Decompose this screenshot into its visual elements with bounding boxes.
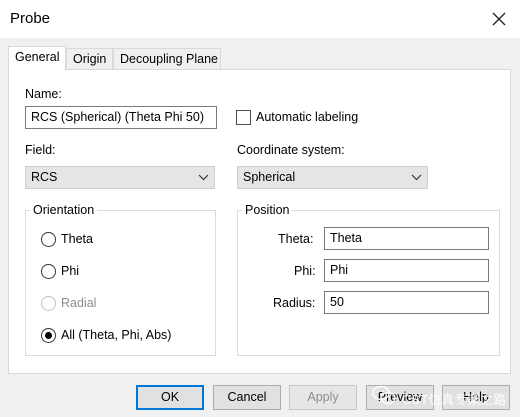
radio-phi-label: Phi [61, 264, 80, 278]
theta-field[interactable]: Theta [324, 227, 489, 250]
field-select[interactable]: RCS [25, 166, 215, 189]
radius-field[interactable]: 50 [324, 291, 489, 314]
radio-all[interactable] [41, 328, 56, 343]
automatic-labeling-label: Automatic labeling [256, 110, 359, 124]
position-group-title: Position [242, 203, 293, 217]
tab-origin[interactable]: Origin [66, 48, 113, 70]
close-icon [492, 12, 506, 26]
tab-decoupling-plane[interactable]: Decoupling Plane [113, 48, 221, 70]
ok-button[interactable]: OK [136, 385, 204, 410]
wechat-icon [372, 385, 396, 405]
radio-all-label: All (Theta, Phi, Abs) [61, 328, 172, 342]
name-field[interactable]: RCS (Spherical) (Theta Phi 50) [25, 106, 217, 129]
field-select-value: RCS [31, 170, 58, 184]
radio-radial-label: Radial [61, 296, 97, 310]
general-tab-panel: Name: RCS (Spherical) (Theta Phi 50) Aut… [8, 69, 511, 374]
radio-radial [41, 296, 56, 311]
phi-field[interactable]: Phi [324, 259, 489, 282]
watermark-text: CST仿真专家之路 [402, 393, 507, 407]
phi-label: Phi: [294, 264, 316, 278]
tab-general[interactable]: General [8, 46, 66, 71]
coordinate-system-select[interactable]: Spherical [237, 166, 428, 189]
automatic-labeling-checkbox[interactable] [236, 110, 251, 125]
orientation-group-title: Orientation [30, 203, 98, 217]
coordinate-system-value: Spherical [243, 170, 296, 184]
coordinate-system-label: Coordinate system: [237, 143, 345, 157]
apply-button: Apply [289, 385, 357, 410]
radio-theta[interactable] [41, 232, 56, 247]
radius-label: Radius: [273, 296, 316, 310]
window-title: Probe [10, 10, 51, 27]
close-button[interactable] [484, 4, 514, 34]
title-bar: Probe [0, 0, 520, 38]
chevron-down-icon [198, 174, 209, 181]
cancel-button[interactable]: Cancel [213, 385, 281, 410]
watermark: CST仿真专家之路 [372, 385, 518, 409]
field-label: Field: [25, 143, 56, 157]
chevron-down-icon [411, 174, 422, 181]
radio-phi[interactable] [41, 264, 56, 279]
name-label: Name: [25, 87, 62, 101]
theta-label: Theta: [278, 232, 314, 246]
radio-theta-label: Theta [61, 232, 93, 246]
